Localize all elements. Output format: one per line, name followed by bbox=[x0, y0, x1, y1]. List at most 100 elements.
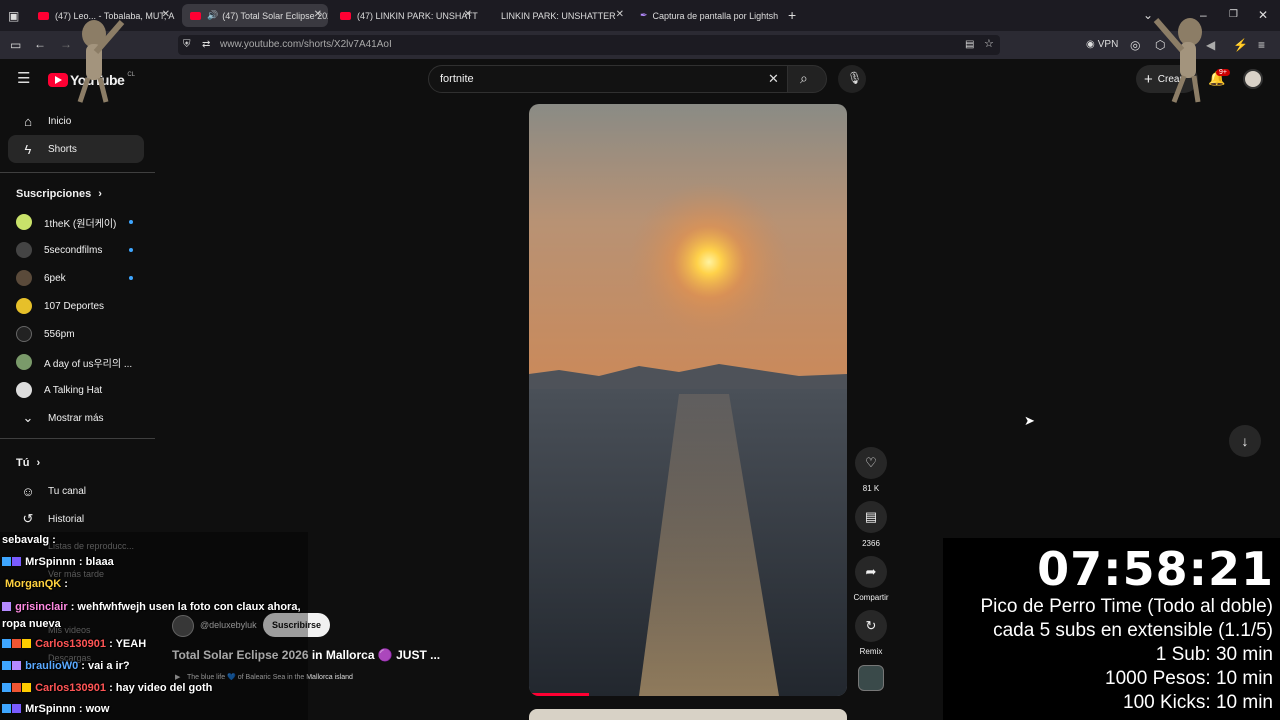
workspaces-icon[interactable]: ▣ bbox=[8, 9, 19, 23]
sidebar-item-home[interactable]: ⌂ Inicio bbox=[8, 107, 144, 135]
share-button[interactable]: ➦ bbox=[855, 556, 887, 588]
badge-icon bbox=[12, 683, 21, 692]
sidebar-item-your-channel[interactable]: ☺ Tu canal bbox=[8, 477, 144, 505]
url-text[interactable]: www.youtube.com/shorts/X2lv7A41AoI bbox=[220, 39, 392, 50]
chevron-down-icon: ⌄ bbox=[22, 410, 34, 425]
voice-search-button[interactable]: 🎙 bbox=[838, 65, 866, 93]
sidebar-item-shorts[interactable]: ϟ Shorts bbox=[8, 135, 144, 163]
sidebar-sub-6pek[interactable]: 6pek bbox=[8, 264, 144, 292]
cat-sticker-right bbox=[1153, 18, 1202, 103]
comment-icon: ▤ bbox=[864, 509, 878, 524]
badge-icon bbox=[2, 683, 11, 692]
comment-count: 2366 bbox=[862, 539, 880, 548]
close-tab-icon[interactable]: ✕ bbox=[314, 9, 322, 20]
chat-message: braulioW0 : vai a ir? bbox=[2, 660, 130, 672]
close-tab-icon[interactable]: ✕ bbox=[464, 9, 472, 20]
new-content-dot bbox=[129, 220, 133, 224]
account-icon[interactable]: ◎ bbox=[1130, 38, 1140, 52]
overlay-line: cada 5 subs en extensible (1.1/5) bbox=[993, 620, 1273, 641]
remix-button[interactable]: ↻ bbox=[855, 610, 887, 642]
channel-avatar bbox=[16, 270, 32, 286]
badge-icon bbox=[2, 602, 11, 611]
search-icon: ⌕ bbox=[800, 70, 808, 86]
overlay-line: 1000 Pesos: 10 min bbox=[1105, 668, 1273, 689]
close-window-icon[interactable]: ✕ bbox=[1258, 8, 1268, 22]
sidebar-sub-5secondfilms[interactable]: 5secondfilms bbox=[8, 236, 144, 264]
chevron-right-icon: › bbox=[98, 188, 102, 200]
sidebar-sub-atalkinghat[interactable]: A Talking Hat bbox=[8, 376, 144, 404]
browser-tab-3[interactable]: (47) LINKIN PARK: UNSHATTER ✕ bbox=[332, 4, 478, 27]
badge-icon bbox=[2, 704, 11, 713]
channel-avatar bbox=[16, 326, 32, 342]
chat-message: MrSpinnn : wow bbox=[2, 703, 109, 715]
feather-icon: ✒ bbox=[640, 10, 648, 20]
speaker-icon[interactable]: 🔊 bbox=[207, 10, 218, 21]
channel-avatar bbox=[16, 214, 32, 230]
channel-icon: ☺ bbox=[21, 483, 35, 499]
browser-tab-5[interactable]: ✒ Captura de pantalla por Lightsh bbox=[632, 4, 782, 27]
sidebar-show-more[interactable]: ⌄ Mostrar más bbox=[8, 404, 144, 432]
you-header[interactable]: Tú › bbox=[16, 457, 40, 469]
browser-tab-2[interactable]: 🔊 (47) Total Solar Eclipse 2026 ✕ bbox=[182, 4, 328, 27]
channel-avatar bbox=[16, 298, 32, 314]
sidebar-item-history[interactable]: ↺ Historial bbox=[8, 505, 144, 533]
browser-tab-4[interactable]: LINKIN PARK: UNSHATTER ✕ bbox=[484, 4, 630, 27]
vpn-button[interactable]: ◉ VPN bbox=[1086, 39, 1118, 50]
mouse-cursor-icon: ➤ bbox=[1024, 413, 1035, 428]
microphone-icon: 🎙 bbox=[847, 71, 863, 85]
bookmark-star-icon[interactable]: ☆ bbox=[984, 37, 994, 51]
overlay-line: Pico de Perro Time (Todo al doble) bbox=[980, 596, 1273, 617]
comments-button[interactable]: ▤ bbox=[855, 501, 887, 533]
new-tab-icon[interactable]: + bbox=[788, 8, 796, 22]
badge-icon bbox=[22, 683, 31, 692]
url-bar[interactable]: ⛨ ⇄ www.youtube.com/shorts/X2lv7A41AoI ▤… bbox=[178, 35, 1000, 55]
site-info-icon[interactable]: ⛨ bbox=[183, 38, 191, 52]
sidebar-sub-556pm[interactable]: 556pm bbox=[8, 320, 144, 348]
like-count: 81 K bbox=[862, 484, 880, 493]
like-button[interactable]: ♡ bbox=[855, 447, 887, 479]
sidebar-sub-1thek[interactable]: 1theK (원더케이) bbox=[8, 208, 144, 236]
search-button[interactable]: ⌕ bbox=[787, 65, 827, 93]
chat-message: grisinclair : wehfwhfwejh usen la foto c… bbox=[2, 601, 301, 630]
arrow-down-icon: ↓ bbox=[1241, 433, 1249, 449]
badge-icon bbox=[12, 704, 21, 713]
maximize-icon[interactable]: ❐ bbox=[1229, 8, 1238, 22]
sidebar-sub-107deportes[interactable]: 107 Deportes bbox=[8, 292, 144, 320]
next-short-preview[interactable] bbox=[529, 709, 847, 720]
back-icon[interactable]: ← bbox=[34, 37, 46, 51]
sidebar-sub-adayofus[interactable]: A day of us우리의 ... bbox=[8, 348, 144, 376]
next-short-button[interactable]: ↓ bbox=[1229, 425, 1261, 457]
user-avatar[interactable] bbox=[1243, 69, 1263, 89]
clear-search-icon[interactable]: ✕ bbox=[768, 72, 779, 86]
menu-icon[interactable]: ≡ bbox=[1258, 38, 1265, 52]
search-input[interactable]: fortnite ✕ bbox=[428, 65, 788, 93]
sidebar-divider bbox=[0, 172, 155, 173]
sidebar-toggle-icon[interactable]: ▭ bbox=[10, 38, 21, 52]
shorts-icon: ϟ bbox=[24, 141, 32, 157]
chat-message: sebavalg : bbox=[2, 534, 56, 546]
close-tab-icon[interactable]: ✕ bbox=[162, 9, 170, 20]
close-tab-icon[interactable]: ✕ bbox=[616, 9, 624, 20]
chat-message: Carlos130901 : hay video del goth bbox=[2, 682, 212, 694]
chat-message: MorganQK : bbox=[5, 578, 68, 590]
cat-sticker-left bbox=[77, 20, 125, 103]
share-label: Compartir bbox=[853, 593, 889, 602]
badge-icon bbox=[2, 661, 11, 670]
notification-count-badge: 9+ bbox=[1216, 69, 1230, 76]
hamburger-menu-icon[interactable]: ☰ bbox=[17, 71, 30, 86]
audio-track-thumbnail[interactable] bbox=[858, 665, 884, 691]
pocket-icon[interactable]: ⚡ bbox=[1233, 38, 1248, 52]
sidebar-divider bbox=[0, 438, 155, 439]
short-video-player[interactable] bbox=[529, 104, 847, 696]
badge-icon bbox=[2, 639, 11, 648]
subscriptions-header[interactable]: Suscripciones › bbox=[16, 188, 102, 200]
reader-view-icon[interactable]: ▤ bbox=[965, 38, 974, 52]
youtube-favicon-icon bbox=[190, 11, 201, 20]
new-content-dot bbox=[129, 248, 133, 252]
badge-icon bbox=[2, 557, 11, 566]
overlay-line: 1 Sub: 30 min bbox=[1155, 644, 1273, 665]
new-content-dot bbox=[129, 276, 133, 280]
share-icon: ➦ bbox=[865, 564, 877, 579]
youtube-play-icon bbox=[48, 73, 68, 87]
page-settings-icon[interactable]: ⇄ bbox=[202, 38, 210, 52]
